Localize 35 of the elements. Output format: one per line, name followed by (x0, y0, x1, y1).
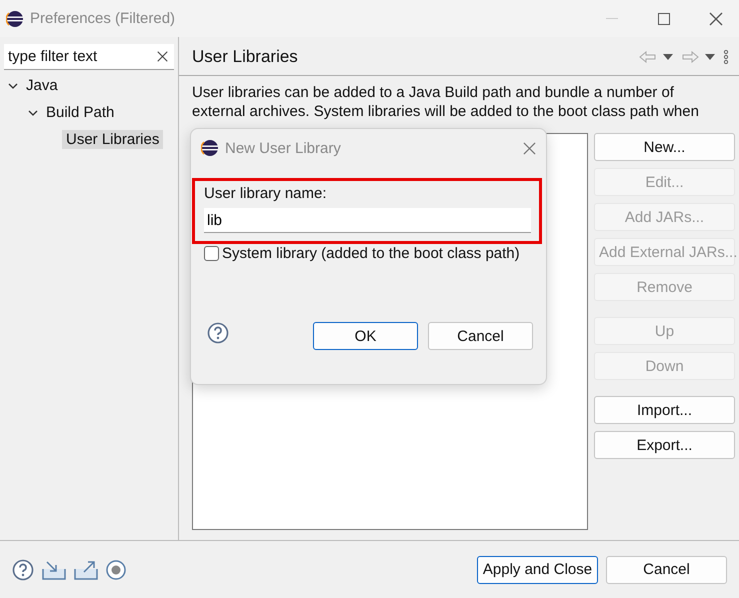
window-title: Preferences (Filtered) (30, 10, 176, 27)
chevron-icon[interactable] (8, 80, 18, 90)
action-button[interactable]: Import... (594, 396, 735, 424)
dropdown-icon[interactable] (663, 54, 673, 60)
dialog-button[interactable]: OK (313, 322, 418, 350)
footer-button[interactable]: Apply and Close (477, 556, 598, 584)
footer-button[interactable]: Cancel (606, 556, 727, 584)
checkbox-label: System library (added to the boot class path) (222, 245, 520, 262)
help-icon[interactable] (207, 322, 229, 344)
chevron-icon[interactable] (28, 108, 38, 118)
app-logo-icon (201, 139, 219, 157)
clear-icon[interactable] (157, 51, 168, 62)
export-icon[interactable] (74, 560, 98, 580)
maximize-icon[interactable] (658, 12, 670, 24)
tree-item[interactable]: Build Path (42, 103, 118, 122)
tree-item[interactable]: User Libraries (62, 130, 164, 149)
filter-field[interactable]: type filter text (4, 44, 174, 70)
tree-item[interactable]: Java (22, 76, 62, 95)
dialog-title: New User Library (225, 140, 342, 156)
record-icon[interactable] (106, 560, 126, 580)
page-title: User Libraries (192, 46, 299, 66)
dialog-button[interactable]: Cancel (428, 322, 533, 350)
app-logo-icon (6, 10, 24, 28)
help-icon[interactable] (12, 558, 34, 580)
checkbox[interactable] (204, 246, 219, 261)
field-label: User library name: (204, 185, 328, 202)
close-icon[interactable] (523, 142, 536, 154)
action-button[interactable]: Export... (594, 431, 735, 459)
import-icon[interactable] (42, 560, 66, 580)
action-button[interactable]: New... (594, 133, 735, 161)
name-field[interactable]: lib (204, 208, 531, 233)
description-text: User libraries can be added to a Java Build path and bundle a number of external archives. System libraries will be added to the boot class path when (192, 83, 700, 121)
dropdown-icon[interactable] (705, 54, 715, 60)
close-icon[interactable] (709, 12, 723, 26)
more-icon[interactable] (723, 50, 729, 64)
